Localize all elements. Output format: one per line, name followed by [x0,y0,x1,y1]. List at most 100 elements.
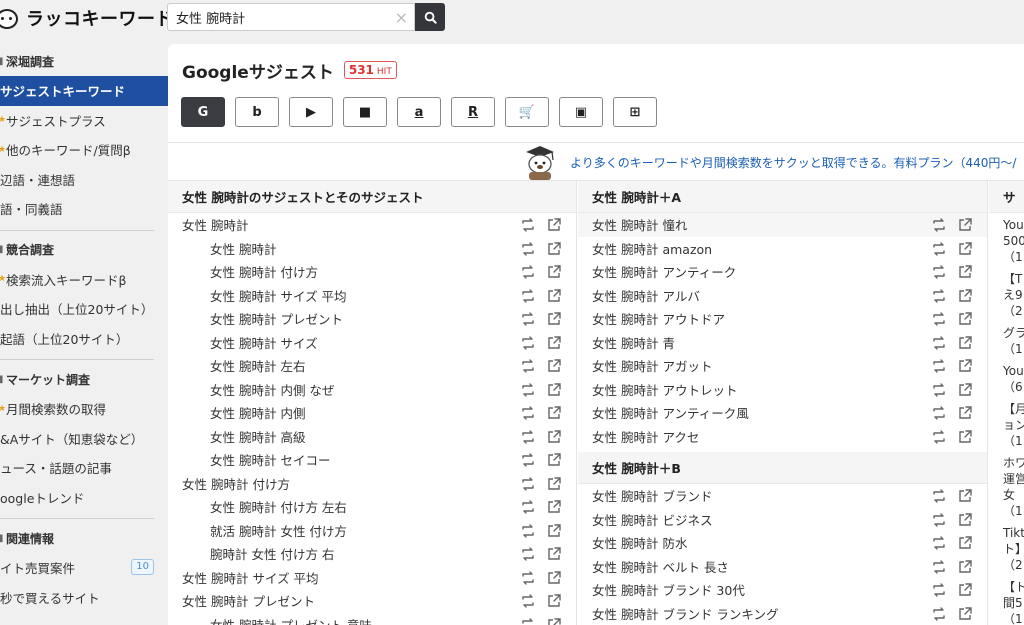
repeat-search-icon[interactable] [520,217,536,233]
external-link-icon[interactable] [957,217,973,233]
related-item[interactable]: ホワ 運営女 （1 [989,455,1024,519]
keyword-row[interactable]: 女性 腕時計 プレゼント 意味 [168,613,576,625]
keyword-row[interactable]: 女性 腕時計 付け方 左右 [168,495,576,519]
search-button[interactable] [415,3,445,31]
keyword-text[interactable]: 女性 腕時計 サイズ 平均 [168,286,347,305]
keyword-row[interactable]: 女性 腕時計 サイズ [168,331,576,355]
repeat-search-icon[interactable] [520,241,536,257]
external-link-icon[interactable] [957,264,973,280]
keyword-row[interactable]: 女性 腕時計 内側 なぜ [168,378,576,402]
repeat-search-icon[interactable] [931,512,947,528]
repeat-search-icon[interactable] [931,535,947,551]
keyword-row[interactable]: 女性 腕時計 セイコー [168,448,576,472]
keyword-text[interactable]: 女性 腕時計 [168,215,248,234]
repeat-search-icon[interactable] [520,358,536,374]
keyword-row[interactable]: 女性 腕時計 ブランド [578,484,987,508]
keyword-row[interactable]: 女性 腕時計 プレゼント [168,307,576,331]
keyword-text[interactable]: 女性 腕時計 内側 [168,403,305,422]
external-link-icon[interactable] [957,582,973,598]
repeat-search-icon[interactable] [931,559,947,575]
external-link-icon[interactable] [957,382,973,398]
keyword-text[interactable]: 腕時計 女性 付け方 右 [168,544,334,563]
keyword-text[interactable]: 女性 腕時計 [168,239,276,258]
repeat-search-icon[interactable] [520,405,536,421]
external-link-icon[interactable] [957,535,973,551]
keyword-row[interactable]: 女性 腕時計 アウトドア [578,307,987,331]
external-link-icon[interactable] [546,499,562,515]
keyword-text[interactable]: 女性 腕時計 青 [578,333,675,352]
repeat-search-icon[interactable] [520,593,536,609]
external-link-icon[interactable] [546,335,562,351]
keyword-row[interactable]: 腕時計 女性 付け方 右 [168,542,576,566]
keyword-text[interactable]: 女性 腕時計 アウトレット [578,380,737,399]
engine-google-button[interactable]: G [181,97,225,127]
external-link-icon[interactable] [957,335,973,351]
sidebar-item[interactable]: ュース・話題の記事 [0,453,168,483]
external-link-icon[interactable] [957,606,973,622]
promo-banner[interactable]: より多くのキーワードや月間検索数をサクッと取得できる。有料プラン（440円〜/ [520,144,1016,180]
keyword-row[interactable]: 女性 腕時計 アンティーク風 [578,401,987,425]
keyword-row[interactable]: 女性 腕時計 内側 [168,401,576,425]
keyword-row[interactable]: 女性 腕時計 高級 [168,425,576,449]
external-link-icon[interactable] [957,358,973,374]
keyword-row[interactable]: 女性 腕時計 アウトレット [578,378,987,402]
repeat-search-icon[interactable] [520,335,536,351]
sidebar-item[interactable]: 出し抽出（上位20サイト） [0,294,168,324]
repeat-search-icon[interactable] [520,476,536,492]
keyword-row[interactable]: 女性 腕時計 アルバ [578,284,987,308]
keyword-row[interactable]: 女性 腕時計 左右 [168,354,576,378]
sidebar-item[interactable]: ★ サジェストプラス [0,106,168,136]
external-link-icon[interactable] [546,264,562,280]
keyword-text[interactable]: 女性 腕時計 アンティーク風 [578,403,749,422]
keyword-text[interactable]: 女性 腕時計 アガット [578,356,712,375]
external-link-icon[interactable] [957,488,973,504]
keyword-text[interactable]: 女性 腕時計 アンティーク [578,262,736,281]
repeat-search-icon[interactable] [931,429,947,445]
keyword-row[interactable]: 女性 腕時計 プレゼント [168,589,576,613]
keyword-row[interactable]: 女性 腕時計 青 [578,331,987,355]
keyword-text[interactable]: 女性 腕時計 プレゼント [168,309,343,328]
repeat-search-icon[interactable] [520,546,536,562]
keyword-row[interactable]: 女性 腕時計 ブランド 30代 [578,578,987,602]
repeat-search-icon[interactable] [520,429,536,445]
repeat-search-icon[interactable] [931,606,947,622]
keyword-text[interactable]: 女性 腕時計 プレゼント 意味 [168,615,372,625]
external-link-icon[interactable] [546,241,562,257]
keyword-row[interactable]: 女性 腕時計 付け方 [168,260,576,284]
keyword-text[interactable]: 女性 腕時計 ベルト 長さ [578,557,729,576]
keyword-text[interactable]: 女性 腕時計 内側 なぜ [168,380,334,399]
sidebar-item[interactable]: oogleトレンド [0,483,168,513]
repeat-search-icon[interactable] [931,405,947,421]
sidebar-item[interactable]: 語・同義語 [0,194,168,224]
keyword-text[interactable]: 女性 腕時計 ブランド [578,486,712,505]
external-link-icon[interactable] [546,429,562,445]
engine-amazon-button[interactable]: a [397,97,441,127]
repeat-search-icon[interactable] [931,358,947,374]
repeat-search-icon[interactable] [520,452,536,468]
repeat-search-icon[interactable] [520,288,536,304]
keyword-row[interactable]: 女性 腕時計 防水 [578,531,987,555]
keyword-text[interactable]: 女性 腕時計 ビジネス [578,510,712,529]
keyword-text[interactable]: 女性 腕時計 プレゼント [168,591,315,610]
sidebar-item[interactable]: ★ 検索流入キーワードβ [0,265,168,295]
keyword-text[interactable]: 女性 腕時計 アルバ [578,286,700,305]
sidebar-item[interactable]: イト売買案件 10 [0,553,168,583]
engine-youtube-button[interactable]: ▶ [289,97,333,127]
sidebar-item[interactable]: サジェストキーワード [0,76,168,106]
related-item[interactable]: 【T え9 （2 [989,271,1024,319]
keyword-row[interactable]: 女性 腕時計 [168,213,576,237]
related-item[interactable]: You 500 （1 [989,217,1024,265]
keyword-text[interactable]: 女性 腕時計 憧れ [578,215,687,234]
clear-search-icon[interactable]: × [395,8,408,27]
keyword-row[interactable]: 女性 腕時計 アンティーク [578,260,987,284]
external-link-icon[interactable] [957,429,973,445]
keyword-row[interactable]: 女性 腕時計 サイズ 平均 [168,284,576,308]
sidebar-item[interactable]: 起語（上位20サイト） [0,324,168,354]
external-link-icon[interactable] [546,288,562,304]
repeat-search-icon[interactable] [520,499,536,515]
search-input[interactable] [176,9,386,25]
engine-rakuten-button[interactable]: R [451,97,495,127]
external-link-icon[interactable] [957,311,973,327]
keyword-text[interactable]: 女性 腕時計 付け方 左右 [168,497,347,516]
repeat-search-icon[interactable] [931,311,947,327]
